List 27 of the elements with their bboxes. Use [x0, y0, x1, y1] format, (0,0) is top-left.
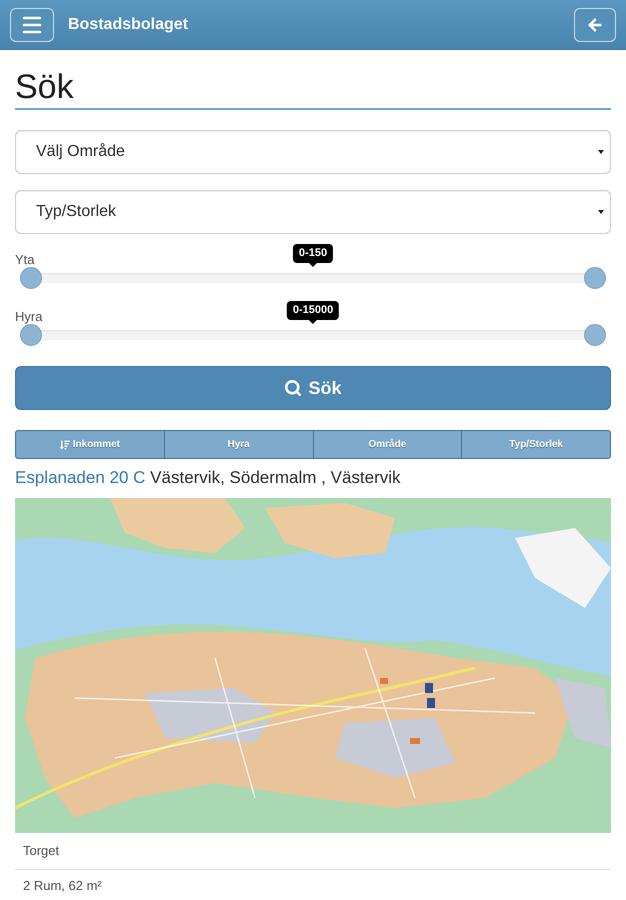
app-title: Bostadsbolaget	[68, 14, 188, 34]
slider-label: Hyra	[15, 309, 42, 324]
sort-tab[interactable]: Typ/Storlek	[461, 431, 610, 458]
slider-label: Yta	[15, 252, 35, 267]
slider-thumb[interactable]	[584, 324, 606, 346]
result-address-line: Esplanaden 20 C Västervik, Södermalm , Västervik	[15, 467, 402, 489]
address-link[interactable]: Esplanaden 20 C	[15, 468, 146, 487]
back-button[interactable]	[574, 8, 616, 42]
result-detail: Torget	[22, 844, 60, 858]
sort-icon	[60, 440, 70, 450]
caret-icon	[598, 150, 604, 154]
value-tooltip: 0-150	[292, 244, 334, 267]
range-slider[interactable]	[20, 267, 606, 289]
caret-icon	[598, 210, 604, 214]
dropdown-select[interactable]: Välj Område	[15, 130, 611, 174]
search-icon	[284, 379, 302, 397]
range-slider[interactable]	[20, 324, 606, 346]
slider-thumb[interactable]	[584, 267, 606, 289]
dropdown-select[interactable]: Typ/Storlek	[15, 190, 611, 234]
slider-thumb[interactable]	[20, 324, 42, 346]
result-detail: 2 Rum, 62 m²	[22, 878, 102, 893]
menu-button[interactable]	[10, 8, 54, 42]
value-tooltip: 0-15000	[286, 301, 340, 324]
page-title: Sök	[15, 68, 611, 110]
sort-tab[interactable]: Inkommet	[16, 431, 164, 458]
slider-thumb[interactable]	[20, 267, 42, 289]
search-button[interactable]: Sök	[15, 366, 611, 410]
